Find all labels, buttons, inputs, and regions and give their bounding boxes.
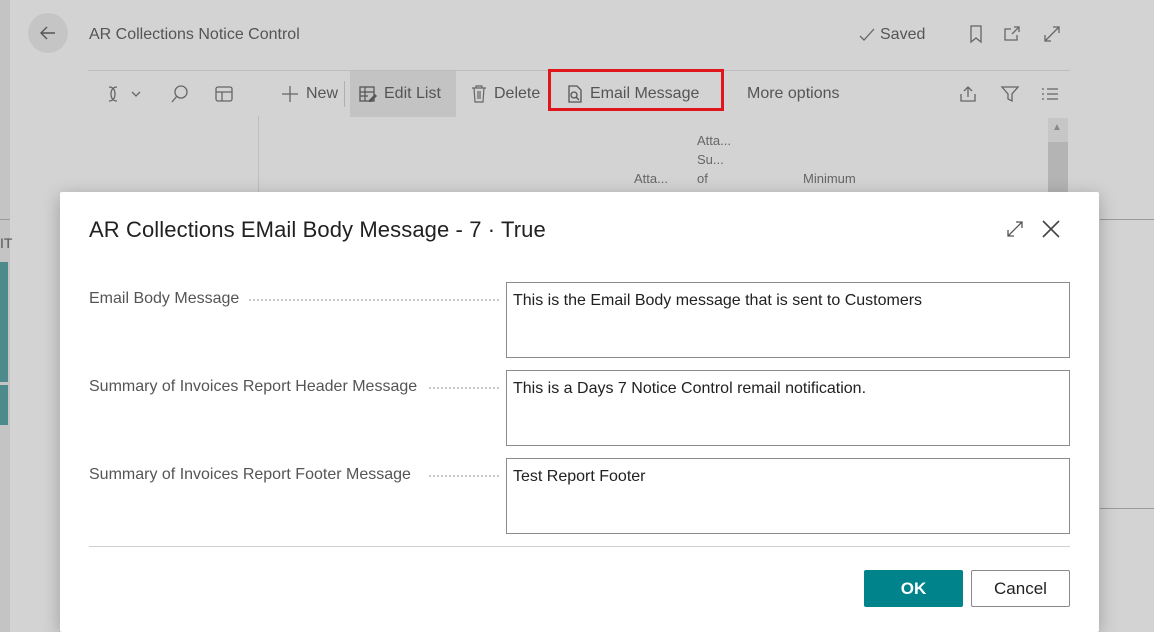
field-leader-dots xyxy=(429,475,499,477)
background-divider xyxy=(1100,508,1154,509)
edit-list-label: Edit List xyxy=(384,85,441,102)
expand-button[interactable] xyxy=(1040,22,1064,46)
summary-footer-message-input[interactable]: Test Report Footer xyxy=(506,458,1070,534)
column-header-line: of xyxy=(697,171,708,186)
actions-menu-button[interactable] xyxy=(94,71,150,117)
more-options-label: More options xyxy=(747,85,840,102)
scroll-up-arrow-icon[interactable]: ▲ xyxy=(1052,122,1062,133)
delete-label: Delete xyxy=(494,85,541,102)
trash-icon xyxy=(472,85,486,103)
page-title: AR Collections Notice Control xyxy=(89,26,300,43)
layout-icon xyxy=(215,86,233,102)
field-leader-dots xyxy=(429,387,499,389)
summary-header-message-input[interactable]: This is a Days 7 Notice Control remail n… xyxy=(506,370,1070,446)
dialog-close-button[interactable] xyxy=(1038,216,1064,242)
filter-icon xyxy=(1000,86,1020,103)
share-icon xyxy=(960,86,976,102)
checkmark-icon xyxy=(859,28,875,41)
new-label: New xyxy=(306,85,339,102)
filter-button[interactable] xyxy=(992,71,1028,117)
saved-status: Saved xyxy=(858,26,925,44)
cancel-button[interactable]: Cancel xyxy=(971,570,1070,607)
bookmark-button[interactable] xyxy=(964,22,988,46)
background-left-text: IT xyxy=(0,235,13,251)
plus-icon xyxy=(282,86,298,102)
list-view-button[interactable] xyxy=(1032,71,1068,117)
more-options-button[interactable]: More options xyxy=(739,71,848,117)
scrollbar-thumb[interactable] xyxy=(1048,142,1068,194)
email-message-label: Email Message xyxy=(590,85,700,102)
chevron-down-icon xyxy=(131,91,141,97)
expand-icon xyxy=(1044,26,1060,42)
email-body-message-dialog: AR Collections EMail Body Message - 7 · … xyxy=(60,192,1099,632)
field-label: Summary of Invoices Report Header Messag… xyxy=(89,378,418,395)
new-button[interactable]: New xyxy=(272,71,346,117)
copilot-icon xyxy=(108,86,118,102)
field-label: Email Body Message xyxy=(89,290,240,307)
open-new-window-button[interactable] xyxy=(1000,22,1024,46)
field-email-body-message: Email Body Message This is the Email Bod… xyxy=(89,282,1070,358)
saved-label: Saved xyxy=(880,26,926,43)
close-icon xyxy=(1042,220,1060,238)
action-toolbar: New Edit List Delete Email Message More … xyxy=(88,70,1070,117)
open-in-new-window-icon xyxy=(1004,26,1020,41)
share-button[interactable] xyxy=(950,71,986,117)
field-summary-header-message: Summary of Invoices Report Header Messag… xyxy=(89,370,1070,446)
column-header-line: Atta... xyxy=(697,133,731,148)
email-message-button[interactable]: Email Message xyxy=(558,71,707,117)
dialog-title: AR Collections EMail Body Message - 7 · … xyxy=(89,217,546,242)
ok-button[interactable]: OK xyxy=(864,570,963,607)
edit-list-button[interactable]: Edit List xyxy=(350,71,456,117)
field-label: Summary of Invoices Report Footer Messag… xyxy=(89,466,411,483)
dialog-divider xyxy=(89,546,1070,547)
delete-button[interactable]: Delete xyxy=(462,71,548,117)
background-left-teal-panel xyxy=(0,262,8,382)
edit-list-icon xyxy=(359,86,377,102)
field-summary-footer-message: Summary of Invoices Report Footer Messag… xyxy=(89,458,1070,534)
background-divider xyxy=(1100,219,1154,220)
column-header: Minimum xyxy=(803,171,856,186)
field-leader-dots xyxy=(249,299,499,301)
background-divider xyxy=(0,219,10,220)
bookmark-icon xyxy=(970,25,982,44)
grid-divider xyxy=(258,116,259,196)
column-header: Atta... Su... of xyxy=(697,131,731,188)
email-body-message-input[interactable]: This is the Email Body message that is s… xyxy=(506,282,1070,358)
expand-icon xyxy=(1007,221,1023,237)
arrow-left-icon xyxy=(40,26,55,40)
list-icon xyxy=(1042,88,1058,100)
search-icon xyxy=(171,85,188,103)
back-button[interactable] xyxy=(28,13,68,53)
search-button[interactable] xyxy=(162,71,198,117)
background-left-teal-panel-2 xyxy=(0,385,8,425)
column-header: Atta... xyxy=(634,171,668,186)
document-search-icon xyxy=(568,85,582,103)
dialog-expand-button[interactable] xyxy=(1002,216,1028,242)
view-layout-button[interactable] xyxy=(206,71,242,117)
column-header-line: Su... xyxy=(697,152,724,167)
